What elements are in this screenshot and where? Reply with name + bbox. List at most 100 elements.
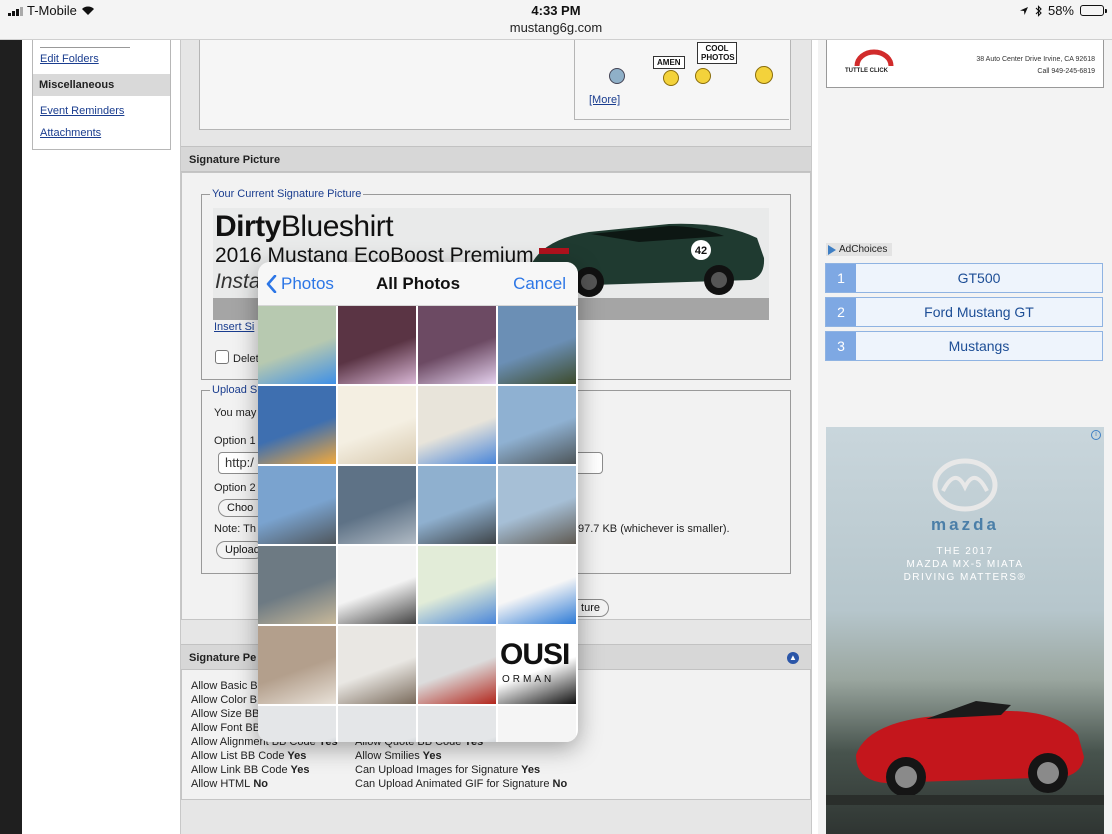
photo-thumbnail[interactable] — [338, 466, 416, 544]
photo-thumbnail[interactable] — [338, 626, 416, 704]
photo-thumbnail[interactable]: OUSI ORMAN — [498, 626, 576, 704]
photo-picker-header: Photos All Photos Cancel — [258, 262, 578, 306]
photo-thumbnail[interactable] — [338, 306, 416, 384]
smilie-group-icon[interactable] — [755, 66, 773, 84]
insert-signature-link[interactable]: Insert Si — [214, 321, 254, 333]
photo-thumbnail[interactable] — [258, 306, 336, 384]
adchoices-icon — [828, 244, 836, 255]
battery-icon — [1080, 5, 1107, 16]
page-left-edge — [0, 40, 22, 834]
smilie-icon[interactable] — [609, 68, 625, 84]
tuttle-click-address: 38 Auto Center Drive Irvine, CA 92618 Cal… — [976, 56, 1095, 75]
photo-thumbnail[interactable] — [498, 706, 576, 742]
photo-grid: OUSI ORMAN — [258, 306, 578, 742]
permission-value: No — [250, 778, 269, 790]
sidebar-item-attachments[interactable]: Attachments — [33, 122, 170, 144]
permission-row: Allow Link BB Code Yes — [191, 764, 309, 776]
permission-value: Yes — [287, 764, 310, 776]
address-bar-url[interactable]: mustang6g.com — [0, 20, 1112, 35]
permission-label: Allow Color B — [191, 694, 258, 706]
photo-thumbnail[interactable] — [338, 546, 416, 624]
option-2-label: Option 2 — [214, 482, 256, 494]
ad-info-icon[interactable]: i — [1091, 430, 1101, 440]
photo-thumbnail[interactable] — [418, 706, 496, 742]
permission-value: Yes — [518, 764, 541, 776]
ios-status-bar: T-Mobile 4:33 PM mustang6g.com 58% — [0, 0, 1112, 40]
photo-thumbnail[interactable] — [418, 466, 496, 544]
upload-size-note: Note: Th — [214, 523, 256, 535]
sidebar-item-edit-folders[interactable]: Edit Folders — [33, 48, 170, 70]
permission-row: Allow Basic B — [191, 680, 258, 692]
permission-label: Allow Font BB — [191, 722, 261, 734]
car-number: 42 — [695, 245, 707, 257]
upload-size-note-tail: 97.7 KB (whichever is smaller). — [578, 523, 730, 535]
permission-value: Yes — [419, 750, 442, 762]
photo-thumbnail[interactable] — [258, 546, 336, 624]
upload-button[interactable]: Upload — [216, 541, 264, 559]
mazda-tagline-3: DRIVING MATTERS® — [903, 572, 1027, 583]
sidebar-item-event-reminders[interactable]: Event Reminders — [33, 100, 170, 122]
status-right: 58% — [1019, 3, 1107, 18]
photos-back-button[interactable]: Photos — [266, 274, 334, 294]
chevron-left-icon — [266, 275, 277, 293]
tuttle-click-brand: TUTTLE CLICK — [845, 68, 888, 74]
smilie-amen-icon[interactable] — [663, 70, 679, 86]
smilies-panel: AMEN COOL PHOTOS [More] — [574, 40, 789, 120]
photo-thumbnail[interactable] — [338, 706, 416, 742]
permission-label: Can Upload Images for Signature — [355, 764, 519, 776]
location-icon — [1019, 6, 1028, 15]
mazda-ad[interactable]: i mazda THE 2017 MAZDA MX-5 MIATA DRIVIN… — [826, 427, 1104, 834]
photo-thumbnail[interactable] — [258, 386, 336, 464]
photo-thumbnail[interactable] — [498, 466, 576, 544]
photo-thumbnail[interactable] — [498, 306, 576, 384]
permission-row: Allow Font BB — [191, 722, 260, 734]
photo-thumbnail[interactable] — [498, 546, 576, 624]
permission-row: Allow Size BB — [191, 708, 259, 720]
smilie-cool-photos-icon[interactable] — [695, 68, 711, 84]
ad-column: TUTTLE CLICK 38 Auto Center Drive Irvine… — [818, 40, 1112, 834]
battery-percent: 58% — [1047, 3, 1074, 18]
delete-label: Delet — [233, 353, 259, 365]
thumbnail-text: OUSI — [500, 638, 570, 671]
signature-picture-title: Signature Picture — [181, 146, 811, 172]
upload-instructions: You may — [214, 407, 257, 419]
collapse-icon[interactable]: ▲ — [787, 652, 799, 664]
photo-thumbnail[interactable] — [418, 626, 496, 704]
photo-picker-cancel-button[interactable]: Cancel — [513, 274, 566, 294]
photo-thumbnail[interactable] — [258, 706, 336, 742]
adchoices-badge[interactable]: AdChoices — [826, 243, 893, 256]
more-smilies-link[interactable]: [More] — [589, 94, 620, 106]
photo-thumbnail[interactable] — [418, 546, 496, 624]
mazda-tagline-2: MAZDA MX-5 MIATA — [906, 559, 1024, 570]
bluetooth-icon — [1035, 4, 1042, 17]
sidebar-heading-miscellaneous: Miscellaneous — [33, 74, 170, 96]
photo-thumbnail[interactable] — [498, 386, 576, 464]
permission-label: Allow Link BB Code — [191, 764, 288, 776]
photo-thumbnail[interactable] — [418, 306, 496, 384]
mazda-tagline-1: THE 2017 — [936, 546, 994, 557]
photo-thumbnail[interactable] — [258, 626, 336, 704]
permission-row: Can Upload Animated GIF for Signature No — [355, 778, 567, 790]
permission-row: Allow List BB Code Yes — [191, 750, 306, 762]
permission-label: Allow List BB Code — [191, 750, 285, 762]
mazda-logo — [932, 458, 998, 512]
ad-keyword-mustangs[interactable]: 3 Mustangs — [825, 331, 1103, 361]
smilie-cool-photos-sign: COOL PHOTOS — [697, 42, 737, 64]
permission-row: Allow Color B — [191, 694, 257, 706]
tuttle-click-ad[interactable]: TUTTLE CLICK 38 Auto Center Drive Irvine… — [826, 40, 1104, 88]
ad-keyword-gt500[interactable]: 1 GT500 — [825, 263, 1103, 293]
current-signature-legend: Your Current Signature Picture — [212, 188, 362, 200]
ad-keyword-ford-mustang-gt[interactable]: 2 Ford Mustang GT — [825, 297, 1103, 327]
clock: 4:33 PM — [531, 3, 581, 18]
delete-checkbox[interactable] — [215, 350, 229, 364]
banner-name: DirtyBlueshirt — [215, 210, 394, 243]
permission-label: Allow Size BB — [191, 708, 260, 720]
permission-label: Allow HTML — [191, 778, 251, 790]
photo-thumbnail[interactable] — [418, 386, 496, 464]
photo-thumbnail[interactable] — [338, 386, 416, 464]
permission-label: Allow Smilies — [355, 750, 420, 762]
editor-box: AMEN COOL PHOTOS [More] — [199, 40, 791, 130]
photo-thumbnail[interactable] — [258, 466, 336, 544]
photo-picker-popover: Photos All Photos Cancel OUSI ORMAN — [258, 262, 578, 742]
permission-value: Yes — [284, 750, 307, 762]
